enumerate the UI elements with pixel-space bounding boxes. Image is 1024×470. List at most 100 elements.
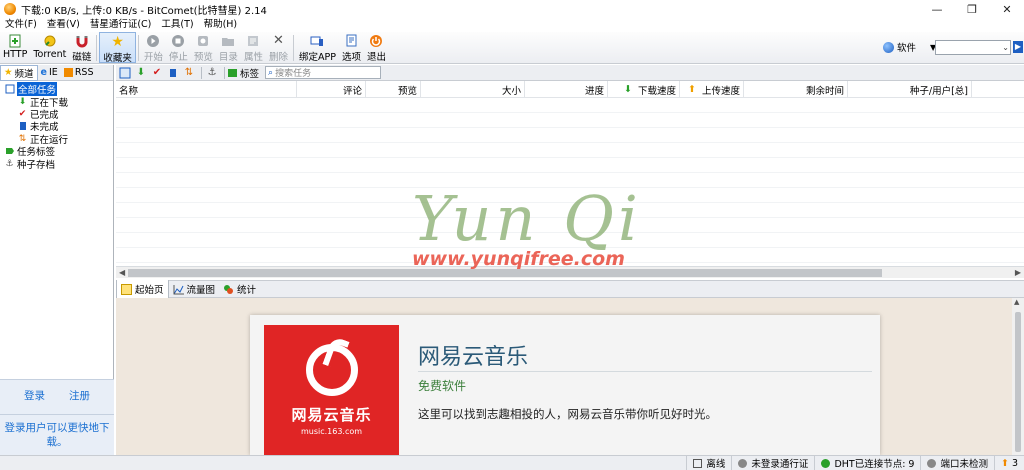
login-tip[interactable]: 登录用户可以更快地下载。 [0,414,114,449]
options-button[interactable]: 选项 [339,32,364,63]
tag-button-label: 标签 [240,68,260,80]
task-table-header: 名称 评论 预览 大小 进度 ⬇ 下载速度 ⬆ 上传速度 剩余时间 种子/用户[… [116,81,1024,98]
tree-node-torrent-archive[interactable]: ⚓ 种子存档 [0,157,113,171]
status-port[interactable]: 端口未检测 [920,455,994,470]
tab-channels[interactable]: ★ 频道 [0,64,38,81]
tag-icon [4,146,15,156]
tab-traffic-graph[interactable]: 流量图 [169,280,220,298]
scrollbar-thumb[interactable] [1015,312,1021,452]
scrollbar-thumb[interactable] [128,269,882,277]
col-size[interactable]: 大小 [421,81,525,98]
magnet-icon [75,34,89,48]
magnet-button[interactable]: 磁链 [69,32,94,63]
menu-view[interactable]: 查看(V) [42,18,85,32]
menu-passport[interactable]: 彗星通行证(C) [85,18,157,32]
col-time-left[interactable]: 剩余时间 [744,81,848,98]
toolbar-separator [224,66,225,79]
app-title[interactable]: 网易云音乐 [418,339,528,371]
col-upload-speed[interactable]: ⬆ 上传速度 [680,81,744,98]
bottom-tabs: 起始页 流量图 统计 [116,280,1024,298]
upload-arrow-icon: ⬆ [1000,457,1009,469]
search-scope-dropdown[interactable]: 软件 ▼ [883,40,936,54]
exit-button[interactable]: 退出 [364,32,389,63]
tree-node-downloading[interactable]: ⬇ 正在下载 [0,95,113,109]
download-arrow-icon: ⬇ [18,96,27,107]
status-count-label: 3 [1011,457,1018,469]
register-link[interactable]: 注册 [69,388,90,403]
tab-rss[interactable]: RSS [61,65,97,81]
passport-icon [738,458,748,468]
login-link[interactable]: 登录 [24,388,45,403]
scroll-left-icon[interactable]: ◀ [119,267,125,279]
all-tasks-filter-icon[interactable] [118,66,132,80]
horizontal-scrollbar[interactable]: ◀ ▶ [116,266,1024,278]
scroll-right-icon[interactable]: ▶ [1015,267,1021,279]
app-description: 这里可以找到志趣相投的人，网易云音乐带你听见好时光。 [418,407,717,421]
col-seeds-peers[interactable]: 种子/用户[总] [848,81,972,98]
completed-filter-icon[interactable]: ✔ [150,66,164,80]
col-preview[interactable]: 预览 [366,81,421,98]
bind-app-button[interactable]: 绑定APP [296,32,339,63]
music-note-icon [305,344,358,396]
task-toolbar: ⬇ ✔ ⇅ ⚓ 标签 ⌕ 搜索任务 [116,65,1024,81]
task-search-input[interactable]: ⌕ 搜索任务 [265,66,382,79]
status-dht[interactable]: DHT已连接节点: 9 [814,455,920,470]
search-go-button[interactable]: ▶ [1013,41,1023,53]
favorites-button[interactable]: ★ 收藏夹 [99,32,136,64]
col-comment[interactable]: 评论 [297,81,366,98]
tab-ie[interactable]: e IE [38,65,61,81]
properties-label: 属性 [243,52,263,63]
properties-button[interactable]: 属性 [241,32,266,63]
tree-node-completed[interactable]: ✔ 已完成 [0,108,113,121]
star-icon: ★ [4,67,13,78]
search-input[interactable]: ⌄ [935,40,1011,55]
logo-url: music.163.com [300,427,363,436]
toolbar-separator [201,66,202,79]
menu-help[interactable]: 帮助(H) [199,18,243,32]
maximize-button[interactable]: ❐ [955,0,989,18]
running-arrows-icon: ⇅ [18,133,27,144]
directory-button[interactable]: 目录 [216,32,241,63]
preview-button[interactable]: 预览 [191,32,216,63]
task-table-body[interactable] [116,98,1024,265]
vertical-scrollbar[interactable]: ▲ [1012,298,1024,455]
archive-filter-icon[interactable]: ⚓ [205,66,219,80]
col-progress[interactable]: 进度 [525,81,608,98]
menu-tools[interactable]: 工具(T) [156,18,198,32]
col-download-speed[interactable]: ⬇ 下载速度 [608,81,680,98]
tab-start-page[interactable]: 起始页 [116,280,169,298]
tree-node-all-tasks[interactable]: 全部任务 [0,82,113,97]
stop-icon [171,34,185,48]
col-name[interactable]: 名称 [116,81,297,98]
featured-app-card[interactable]: 网易云音乐 music.163.com 网易云音乐 免费软件 这里可以找到志趣相… [250,315,880,455]
checkmark-icon: ✔ [18,108,27,119]
status-passport[interactable]: 未登录通行证 [731,455,814,470]
status-offline[interactable]: 离线 [686,455,731,470]
tag-button[interactable]: 标签 [228,66,259,80]
download-filter-icon[interactable]: ⬇ [134,66,148,80]
preview-label: 预览 [193,52,213,63]
bitcomet-app-icon [4,3,16,15]
toolbar-separator [96,35,98,61]
minimize-button[interactable]: — [920,0,954,18]
running-filter-icon[interactable]: ⇅ [182,66,196,80]
delete-button[interactable]: ✕ 删除 [266,32,291,64]
torrent-button[interactable]: Torrent [30,32,69,63]
stop-button[interactable]: 停止 [166,32,191,63]
main-panel: ⬇ ✔ ⇅ ⚓ 标签 ⌕ 搜索任务 名称 评论 预览 大小 进度 ⬇ 下载速度 … [116,65,1024,455]
close-button[interactable]: ✕ [990,0,1024,18]
play-icon [146,34,160,48]
start-page: 网易云音乐 music.163.com 网易云音乐 免费软件 这里可以找到志趣相… [116,298,1024,455]
status-offline-label: 离线 [706,459,726,470]
start-button[interactable]: 开始 [141,32,166,63]
tree-node-running[interactable]: ⇅ 正在运行 [0,133,113,146]
incomplete-filter-icon[interactable] [166,66,180,80]
task-table: 名称 评论 预览 大小 进度 ⬇ 下载速度 ⬆ 上传速度 剩余时间 种子/用户[… [116,81,1024,265]
tree-node-task-tags[interactable]: 任务标签 [0,145,113,158]
status-count[interactable]: ⬆ 3 [993,455,1024,470]
menu-file[interactable]: 文件(F) [0,18,42,32]
tree-node-incomplete[interactable]: 未完成 [0,120,113,133]
scroll-up-icon[interactable]: ▲ [1014,298,1019,306]
http-button[interactable]: HTTP [0,32,30,63]
tab-statistics[interactable]: 统计 [219,280,260,298]
